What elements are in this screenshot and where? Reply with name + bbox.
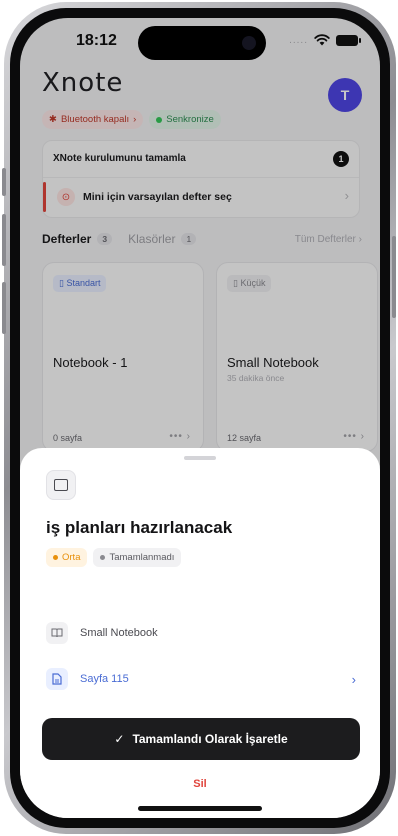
screen: 18:12 ..... Xnote T ✱ Bluetooth kapalı ›… bbox=[20, 18, 380, 818]
volume-up-button bbox=[2, 214, 6, 266]
power-button bbox=[392, 236, 396, 318]
delete-button[interactable]: Sil bbox=[20, 778, 380, 790]
book-icon bbox=[46, 622, 68, 644]
note-icon bbox=[46, 470, 76, 500]
notebook-row: Small Notebook bbox=[46, 620, 356, 646]
status-label: Tamamlanmadı bbox=[109, 552, 175, 563]
task-bottom-sheet: iş planları hazırlanacak Orta Tamamlanma… bbox=[20, 448, 380, 818]
page-icon bbox=[46, 668, 68, 690]
sheet-grabber[interactable] bbox=[184, 456, 216, 460]
mark-complete-label: Tamamlandı Olarak İşaretle bbox=[132, 732, 288, 746]
task-title: iş planları hazırlanacak bbox=[46, 518, 233, 537]
status-dot-icon bbox=[100, 555, 106, 560]
priority-badge: Orta bbox=[46, 548, 88, 567]
chevron-right-icon: › bbox=[351, 671, 356, 687]
volume-down-button bbox=[2, 282, 6, 334]
checkmark-icon: ✓ bbox=[114, 732, 125, 746]
page-link-row[interactable]: Sayfa 115 › bbox=[46, 666, 356, 692]
action-button bbox=[2, 168, 6, 196]
notebook-name: Small Notebook bbox=[80, 627, 158, 639]
task-badges: Orta Tamamlanmadı bbox=[46, 548, 182, 567]
priority-label: Orta bbox=[62, 552, 81, 563]
home-indicator[interactable] bbox=[138, 806, 262, 811]
mark-complete-button[interactable]: ✓ Tamamlandı Olarak İşaretle bbox=[42, 718, 360, 760]
priority-dot-icon bbox=[53, 555, 58, 560]
status-badge: Tamamlanmadı bbox=[93, 548, 182, 567]
page-link-label: Sayfa 115 bbox=[80, 673, 129, 685]
